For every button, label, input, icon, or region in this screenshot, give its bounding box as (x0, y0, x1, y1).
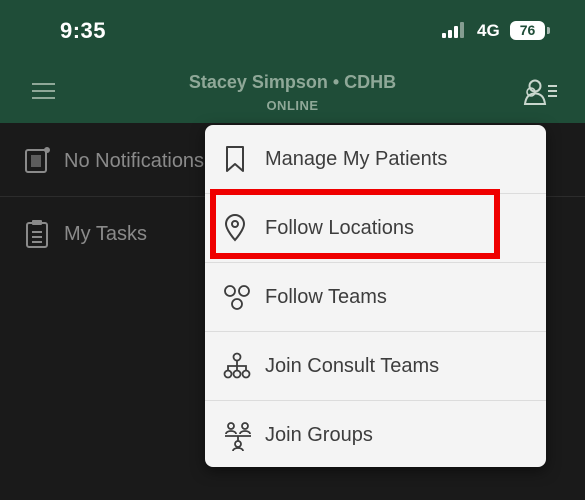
status-time: 9:35 (60, 18, 107, 43)
dropdown-menu: Manage My Patients Follow Locations Foll… (205, 125, 546, 467)
battery-icon: 76 (510, 21, 545, 40)
user-list-icon[interactable] (522, 78, 560, 106)
presence-status: ONLINE (266, 98, 319, 113)
battery-tip (547, 27, 550, 34)
groups-icon (225, 422, 251, 451)
location-pin-icon (224, 214, 246, 242)
notification-icon (25, 147, 50, 173)
menu-item-label: Manage My Patients (265, 148, 448, 170)
menu-item-manage-my-patients[interactable]: Manage My Patients (205, 125, 546, 194)
menu-item-follow-teams[interactable]: Follow Teams (205, 263, 546, 332)
network-type: 4G (477, 21, 500, 40)
menu-item-join-consult-teams[interactable]: Join Consult Teams (205, 332, 546, 401)
hierarchy-icon (223, 352, 251, 379)
user-title: Stacey Simpson • CDHB (188, 72, 397, 92)
menu-item-label: Join Consult Teams (265, 355, 440, 377)
menu-item-label: Follow Locations (265, 217, 414, 239)
clipboard-icon (26, 220, 48, 248)
bookmark-icon (226, 146, 244, 172)
menu-item-label: Join Groups (265, 424, 373, 446)
teams-circles-icon (224, 285, 250, 310)
notifications-label: No Notifications (64, 150, 205, 172)
my-tasks-label: My Tasks (64, 223, 147, 245)
menu-item-follow-locations[interactable]: Follow Locations (205, 194, 546, 263)
app-header: 9:35 4G 76 Stacey Simpson • CDHB ONLINE (0, 0, 585, 123)
menu-item-label: Follow Teams (265, 286, 387, 308)
menu-item-join-groups[interactable]: Join Groups (205, 401, 546, 467)
signal-icon (442, 22, 464, 38)
